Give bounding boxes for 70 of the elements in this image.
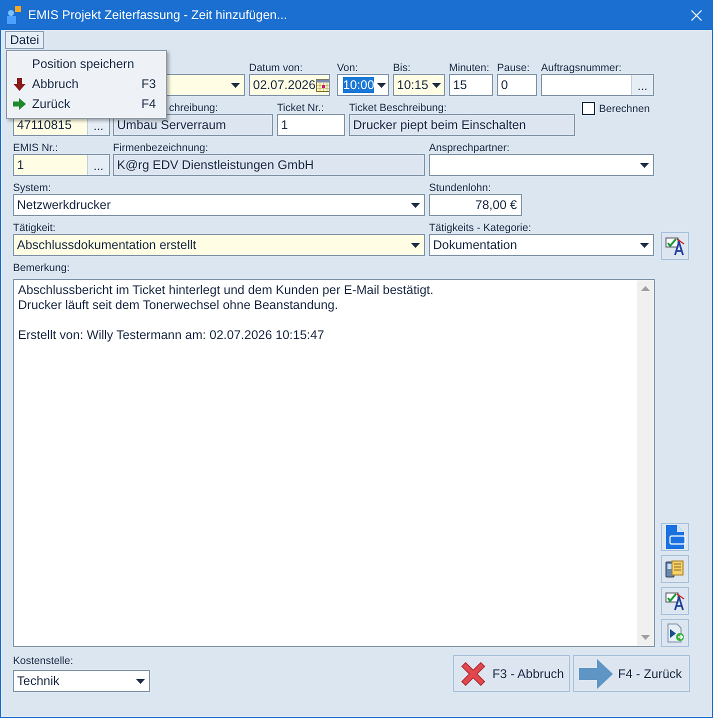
menu-item[interactable]: Zurück F4: [7, 94, 166, 114]
app-icon: [6, 6, 22, 24]
input-field[interactable]: 0: [497, 74, 537, 96]
dropdown-arrow-icon: [136, 678, 145, 684]
document-button[interactable]: [661, 523, 689, 551]
dropdown-arrow-icon: [231, 82, 240, 88]
dropdown-arrow-icon: [640, 162, 649, 168]
copy-button[interactable]: [661, 555, 689, 583]
close-icon[interactable]: [691, 10, 702, 20]
field-label: Tätigkeits - Kategorie:: [429, 221, 532, 236]
down-arrow-icon: [13, 78, 26, 90]
field-label: Bis:: [393, 61, 411, 76]
dropdown-arrow-icon: [376, 82, 386, 88]
browse-button[interactable]: ...: [631, 75, 653, 95]
document-play-icon: [665, 623, 685, 643]
field-label: Auftragsnummer:: [541, 61, 622, 76]
field-label: Datum von:: [249, 61, 303, 76]
field-label: Ticket Nr.:: [277, 101, 324, 116]
document-icon: [664, 525, 686, 549]
calendar-icon: [316, 78, 329, 92]
phone-note-icon: [665, 559, 685, 579]
lookup-field[interactable]: 1 ...: [13, 154, 110, 176]
field-label: Minuten:: [449, 61, 490, 76]
dropdown[interactable]: [429, 154, 654, 176]
field-label: Stundenlohn:: [429, 181, 491, 196]
dropdown-arrow-icon: [411, 202, 420, 208]
field-label: Firmenbezeichnung:: [113, 141, 208, 156]
menu-item[interactable]: Abbruch F3: [7, 74, 166, 94]
run-button[interactable]: [661, 619, 689, 647]
dropdown-arrow-icon: [411, 242, 420, 248]
cancel-button[interactable]: F3 - Abbruch: [453, 655, 570, 692]
field-label: Ansprechpartner:: [429, 141, 510, 156]
date-field[interactable]: 02.07.2026: [249, 74, 330, 96]
field-label: Kostenstelle:: [13, 654, 74, 669]
dropdown[interactable]: 10:15: [393, 74, 445, 96]
right-arrow-icon: [13, 98, 26, 110]
readonly-field: K@rg EDV Dienstleistungen GmbH: [113, 154, 425, 176]
input-field[interactable]: 1: [277, 114, 345, 136]
dropdown[interactable]: Netzwerkdrucker: [13, 194, 425, 216]
spell-check-button[interactable]: [661, 587, 689, 615]
dropdown[interactable]: Dokumentation: [429, 234, 654, 256]
dropdown-arrow-icon: [432, 82, 441, 88]
checkbox-label: Berechnen: [599, 102, 650, 117]
dropdown[interactable]: Technik: [13, 670, 150, 692]
field-label: Pause:: [497, 61, 530, 76]
spell-check-button[interactable]: [661, 232, 689, 260]
field-label: Tätigkeit:: [13, 221, 56, 236]
dropdown[interactable]: 10:00: [337, 74, 389, 96]
lookup-field[interactable]: ...: [541, 74, 654, 96]
browse-button[interactable]: ...: [87, 155, 109, 175]
dropdown-arrow-icon: [640, 242, 649, 248]
spell-check-icon: [665, 236, 685, 256]
dropdown[interactable]: Abschlussdokumentation erstellt: [13, 234, 425, 256]
input-field[interactable]: 78,00 €: [429, 194, 522, 216]
field-label: EMIS Nr.:: [13, 141, 58, 156]
field-label: System:: [13, 181, 51, 196]
spell-check-icon: [665, 591, 685, 611]
field-label: Von:: [337, 61, 358, 76]
readonly-field: Umbau Serverraum: [113, 114, 273, 136]
checkbox[interactable]: [582, 102, 595, 115]
field-label: chreibung:: [169, 101, 218, 116]
input-field[interactable]: 15: [449, 74, 493, 96]
window-title: EMIS Projekt Zeiterfassung - Zeit hinzufügen...: [28, 8, 288, 22]
menu-item[interactable]: Position speichern: [7, 54, 166, 74]
field-label: Ticket Beschreibung:: [349, 101, 447, 116]
field-label: Bemerkung:: [13, 261, 70, 276]
readonly-field: Drucker piept beim Einschalten: [349, 114, 575, 136]
back-button[interactable]: F4 - Zurück: [573, 655, 690, 692]
menu-tab[interactable]: Datei: [5, 31, 44, 49]
right-arrow-icon: [579, 658, 613, 688]
